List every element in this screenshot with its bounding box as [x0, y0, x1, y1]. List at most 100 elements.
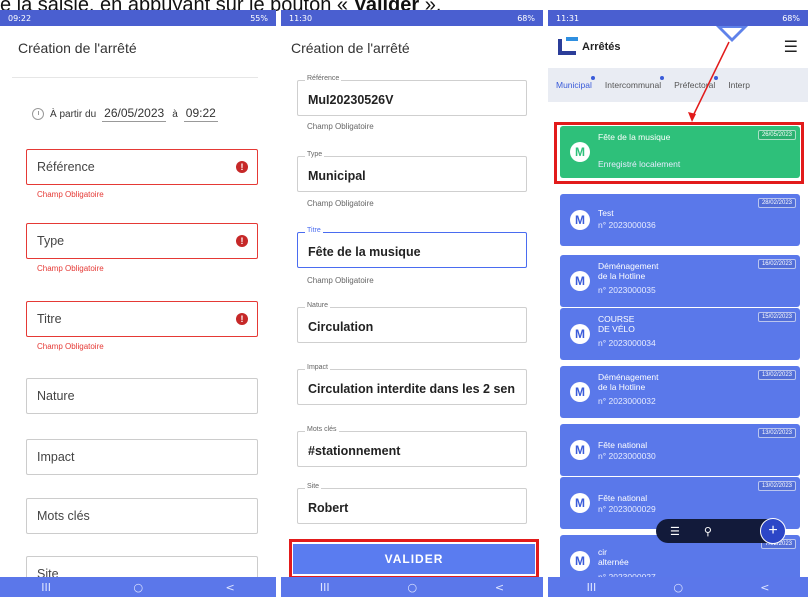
card-title: COURSE DE VÉLO [598, 314, 635, 334]
reference-field[interactable]: Référence ! [26, 149, 258, 185]
date-input[interactable]: 26/05/2023 [102, 106, 167, 122]
list-item[interactable]: M Déménagement de la Hotline n° 20230000… [560, 366, 800, 418]
date-label: À partir du [50, 108, 97, 120]
card-date: 13/02/2023 [757, 370, 796, 380]
floating-action-bar: ☰ ⚲ + [656, 518, 786, 544]
nature-placeholder: Nature [37, 389, 75, 403]
back-icon[interactable]: < [226, 581, 235, 594]
site-value: Robert [308, 501, 349, 515]
list-item[interactable]: M Déménagement de la Hotline n° 20230000… [560, 255, 800, 307]
titre-hint: Champ Obligatoire [307, 276, 374, 285]
recent-apps-icon[interactable]: III [41, 581, 51, 594]
titre-field[interactable]: Titre Fête de la musique [297, 227, 527, 268]
card-subtitle: n° 2023000029 [598, 504, 656, 514]
card-title: Déménagement de la Hotline [598, 372, 659, 392]
mots-cles-legend: Mots clés [305, 426, 339, 433]
home-icon[interactable]: ○ [673, 581, 683, 594]
impact-field[interactable]: Impact [26, 439, 258, 475]
error-icon: ! [236, 235, 248, 247]
titre-field[interactable]: Titre ! [26, 301, 258, 337]
status-time: 11:30 [289, 13, 313, 23]
reference-error: Champ Obligatoire [37, 190, 104, 199]
card-title: Fête national [598, 493, 648, 503]
impact-field[interactable]: Impact Circulation interdite dans les 2 … [297, 364, 527, 405]
list-item[interactable]: M Fête national n° 2023000030 13/02/2023 [560, 424, 800, 476]
site-field[interactable]: Site Robert [297, 483, 527, 524]
avatar: M [570, 382, 590, 402]
mots-cles-value: #stationnement [308, 444, 401, 458]
avatar: M [570, 551, 590, 571]
card-subtitle: n° 2023000032 [598, 396, 656, 406]
impact-legend: Impact [305, 364, 331, 371]
type-hint: Champ Obligatoire [307, 199, 374, 208]
card-subtitle: n° 2023000036 [598, 220, 656, 230]
recent-apps-icon[interactable]: III [587, 581, 597, 594]
filter-icon[interactable]: ☰ [670, 525, 680, 538]
avatar: M [570, 493, 590, 513]
reference-placeholder: Référence [37, 160, 95, 174]
battery-level: 68% [517, 13, 535, 23]
list-item[interactable]: M COURSE DE VÉLO n° 2023000034 15/02/202… [560, 308, 800, 360]
mots-cles-field[interactable]: Mots clés [26, 498, 258, 534]
reference-hint: Champ Obligatoire [307, 122, 374, 131]
start-date-row: À partir du 26/05/2023 à 09:22 [32, 106, 218, 122]
battery-level: 55% [250, 13, 268, 23]
divider [12, 77, 258, 78]
clock-icon [32, 108, 44, 120]
error-icon: ! [236, 313, 248, 325]
android-nav-bar: III ○ < [0, 577, 276, 597]
titre-placeholder: Titre [37, 312, 62, 326]
highlight-box [289, 539, 539, 579]
mots-cles-placeholder: Mots clés [37, 509, 90, 523]
list-item[interactable]: M Test n° 2023000036 28/02/2023 [560, 194, 800, 246]
card-title: Déménagement de la Hotline [598, 261, 659, 281]
card-date: 28/02/2023 [757, 198, 796, 208]
type-field[interactable]: Type Municipal [297, 151, 527, 192]
android-nav-bar: III ○ < [548, 577, 808, 597]
nature-legend: Nature [305, 302, 331, 309]
add-button[interactable]: + [760, 518, 786, 544]
type-error: Champ Obligatoire [37, 264, 104, 273]
reference-value: MuI20230526V [308, 93, 394, 107]
back-icon[interactable]: < [495, 581, 504, 594]
card-date: 13/02/2023 [757, 428, 796, 438]
time-input[interactable]: 09:22 [183, 106, 218, 122]
status-time: 09:22 [8, 13, 32, 23]
mots-cles-field[interactable]: Mots clés #stationnement [297, 426, 527, 467]
card-date: 16/02/2023 [757, 259, 796, 269]
card-subtitle: n° 2023000030 [598, 451, 656, 461]
avatar: M [570, 440, 590, 460]
nature-field[interactable]: Nature Circulation [297, 302, 527, 343]
reference-field[interactable]: Référence MuI20230526V [297, 75, 527, 116]
card-date: 13/02/2023 [757, 481, 796, 491]
home-icon[interactable]: ○ [407, 581, 417, 594]
site-legend: Site [305, 483, 322, 490]
page-title: Création de l'arrêté [18, 40, 137, 56]
avatar: M [570, 210, 590, 230]
nature-field[interactable]: Nature [26, 378, 258, 414]
search-icon[interactable]: ⚲ [704, 525, 712, 538]
page-title: Création de l'arrêté [291, 40, 410, 56]
impact-placeholder: Impact [37, 450, 75, 464]
date-time-separator: à [172, 108, 178, 120]
phone-screen-filled-form: 11:30 68% Création de l'arrêté Référence… [281, 10, 543, 597]
nature-value: Circulation [308, 320, 374, 334]
card-title: Test [598, 208, 614, 218]
recent-apps-icon[interactable]: III [320, 581, 330, 594]
status-bar: 11:30 68% [281, 10, 543, 26]
impact-value: Circulation interdite dans les 2 sen [308, 382, 516, 396]
pointer-arrow [688, 41, 730, 122]
back-icon[interactable]: < [760, 581, 769, 594]
type-placeholder: Type [37, 234, 65, 248]
phone-screen-list: 11:31 68% Arrêtés ☰ Municipal Intercommu… [548, 10, 808, 597]
titre-error: Champ Obligatoire [37, 342, 104, 351]
card-date: 15/02/2023 [757, 312, 796, 322]
type-legend: Type [305, 151, 325, 158]
android-nav-bar: III ○ < [281, 577, 543, 597]
card-title: cir alternée [598, 547, 629, 567]
type-field[interactable]: Type ! [26, 223, 258, 259]
home-icon[interactable]: ○ [133, 581, 143, 594]
status-bar: 09:22 55% [0, 10, 276, 26]
card-title: Fête national [598, 440, 648, 450]
card-subtitle: n° 2023000034 [598, 338, 656, 348]
